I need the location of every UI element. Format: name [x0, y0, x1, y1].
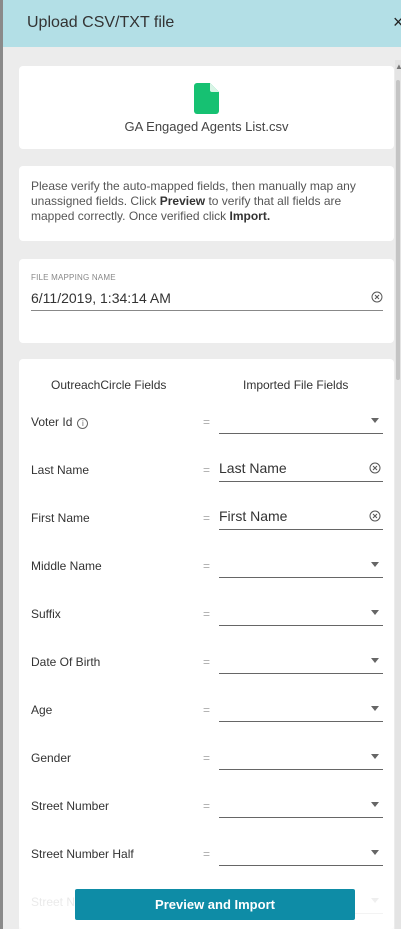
window-edge	[0, 0, 3, 929]
preview-and-import-button[interactable]: Preview and Import	[75, 889, 355, 920]
field-label-text: Middle Name	[31, 559, 102, 573]
equals-sign: =	[203, 751, 211, 765]
field-label-text: Gender	[31, 751, 72, 765]
field-label: Age	[31, 703, 52, 717]
equals-sign: =	[203, 655, 211, 669]
scrollbar-thumb[interactable]	[396, 80, 400, 380]
field-label: Middle Name	[31, 559, 102, 573]
instructions-card: Please verify the auto-mapped fields, th…	[19, 166, 394, 241]
equals-sign: =	[203, 799, 211, 813]
imported-field-select[interactable]	[219, 648, 383, 674]
field-label: Date Of Birth	[31, 655, 100, 669]
imported-field-select[interactable]: Last Name	[219, 456, 383, 482]
mapping-name-label: FILE MAPPING NAME	[31, 273, 116, 282]
field-label: Suffix	[31, 607, 61, 621]
imported-field-select[interactable]	[219, 792, 383, 818]
chevron-down-icon[interactable]	[371, 610, 379, 615]
uploaded-file-card: GA Engaged Agents List.csv	[19, 66, 394, 149]
imported-field-select[interactable]	[219, 744, 383, 770]
field-label: Street Number Half	[31, 847, 134, 861]
file-icon	[194, 83, 219, 114]
imported-field-select[interactable]	[219, 600, 383, 626]
field-mapping-card: OutreachCircle Fields Imported File Fiel…	[19, 359, 394, 929]
dialog-header: Upload CSV/TXT file ×	[3, 0, 401, 47]
chevron-down-icon[interactable]	[371, 562, 379, 567]
preview-keyword: Preview	[159, 194, 206, 208]
imported-field-select[interactable]: First Name	[219, 504, 383, 530]
import-keyword: Import.	[229, 209, 271, 223]
field-label: Voter Id i	[31, 415, 89, 429]
imported-field-select[interactable]	[219, 696, 383, 722]
outreachcircle-fields-header: OutreachCircle Fields	[51, 378, 167, 392]
clear-icon[interactable]	[369, 510, 381, 522]
mapping-name-card: FILE MAPPING NAME 6/11/2019, 1:34:14 AM	[19, 259, 394, 343]
field-label-text: Suffix	[31, 607, 61, 621]
field-label-text: Date Of Birth	[31, 655, 101, 669]
file-name: GA Engaged Agents List.csv	[124, 119, 289, 134]
chevron-down-icon[interactable]	[371, 850, 379, 855]
field-label-text: Last Name	[31, 463, 90, 477]
field-label-text: Age	[31, 703, 53, 717]
equals-sign: =	[203, 559, 211, 573]
equals-sign: =	[203, 463, 211, 477]
field-label: Gender	[31, 751, 71, 765]
equals-sign: =	[203, 511, 211, 525]
clear-icon[interactable]	[369, 462, 381, 474]
field-label: Street Number	[31, 799, 109, 813]
equals-sign: =	[203, 415, 211, 429]
chevron-down-icon[interactable]	[371, 754, 379, 759]
close-icon[interactable]: ×	[393, 12, 401, 33]
field-label-text: Voter Id	[31, 415, 73, 429]
mapping-name-input[interactable]: 6/11/2019, 1:34:14 AM	[31, 290, 171, 306]
chevron-down-icon[interactable]	[371, 418, 379, 423]
equals-sign: =	[203, 703, 211, 717]
field-label: Last Name	[31, 463, 89, 477]
imported-file-fields-header: Imported File Fields	[243, 378, 349, 392]
imported-field-select[interactable]	[219, 552, 383, 578]
imported-field-value: Last Name	[219, 460, 287, 476]
field-label: First Name	[31, 511, 90, 525]
equals-sign: =	[203, 607, 211, 621]
imported-field-value: First Name	[219, 508, 288, 524]
chevron-down-icon[interactable]	[371, 658, 379, 663]
info-icon[interactable]: i	[77, 418, 89, 429]
scroll-up-arrow-icon[interactable]: ▲	[395, 62, 401, 71]
clear-icon[interactable]	[371, 291, 383, 303]
field-label-text: Street Number Half	[31, 847, 134, 861]
field-label-text: Street Number	[31, 799, 110, 813]
mapping-name-underline	[31, 310, 383, 311]
imported-field-select[interactable]	[219, 408, 383, 434]
chevron-down-icon[interactable]	[371, 802, 379, 807]
field-label-text: First Name	[31, 511, 90, 525]
chevron-down-icon[interactable]	[371, 706, 379, 711]
equals-sign: =	[203, 847, 211, 861]
instructions-text: Please verify the auto-mapped fields, th…	[31, 179, 356, 223]
imported-field-select[interactable]	[219, 840, 383, 866]
dialog-title: Upload CSV/TXT file	[27, 14, 175, 31]
